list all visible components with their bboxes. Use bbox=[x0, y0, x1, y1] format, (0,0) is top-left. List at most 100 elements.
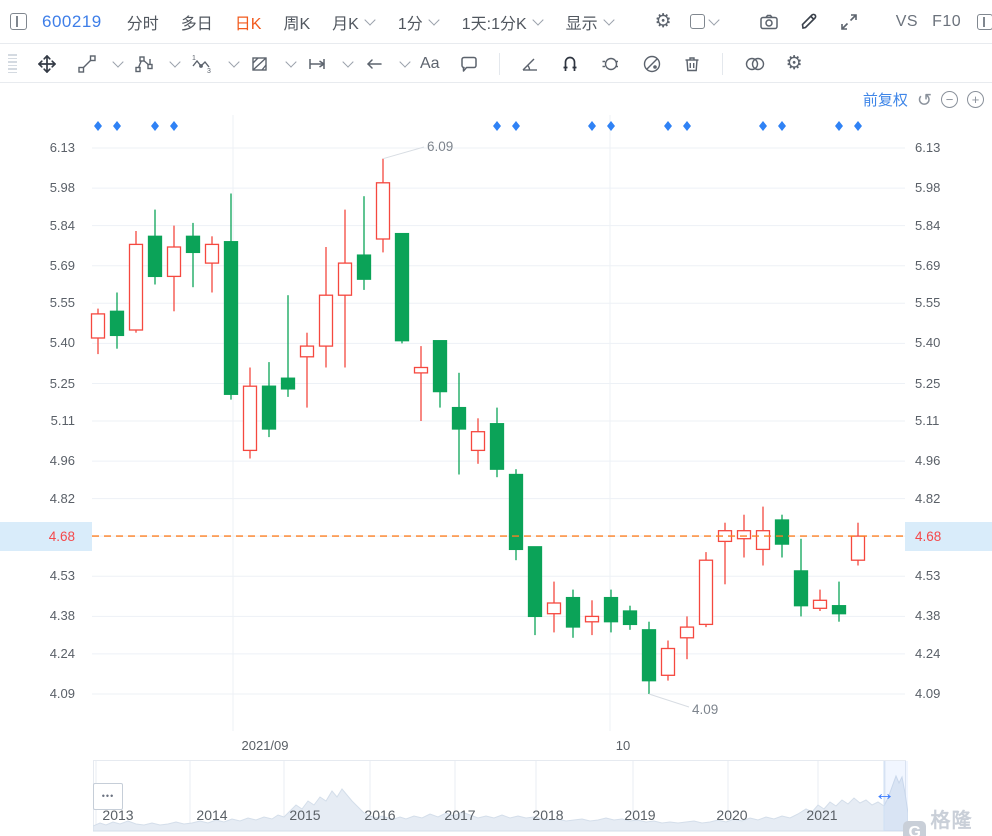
pattern-tool-icon[interactable] bbox=[249, 53, 271, 75]
display-label: 显示 bbox=[565, 15, 598, 33]
navigator-year-label: 2019 bbox=[624, 807, 656, 823]
period-tab-周K[interactable]: 周K bbox=[283, 10, 310, 34]
divider bbox=[498, 52, 500, 75]
y-tick-label: 6.13 bbox=[915, 140, 941, 155]
navigator-resize-handle[interactable]: ↔ bbox=[874, 782, 895, 806]
candle bbox=[185, 222, 201, 288]
event-marker-icon[interactable] bbox=[170, 121, 178, 131]
zoom-out-icon[interactable]: − bbox=[941, 91, 958, 108]
event-marker-icon[interactable] bbox=[835, 121, 843, 131]
period-tab-多日[interactable]: 多日 bbox=[181, 10, 213, 34]
y-tick-label: 4.96 bbox=[915, 453, 941, 469]
candle bbox=[489, 407, 505, 478]
event-marker-icon[interactable] bbox=[664, 121, 672, 131]
magnet-tool-icon[interactable] bbox=[559, 53, 581, 75]
period-tab-1分[interactable]: 1分 bbox=[398, 10, 440, 34]
candle bbox=[698, 552, 714, 628]
candlestick-chart[interactable]: 6.09 4.09 bbox=[0, 83, 992, 760]
y-tick-label: 4.09 bbox=[49, 686, 75, 701]
symbol-code[interactable]: 600219 bbox=[42, 12, 102, 32]
drag-handle-icon[interactable] bbox=[8, 54, 17, 73]
candle bbox=[242, 367, 258, 459]
chevron-down-icon[interactable] bbox=[285, 55, 297, 68]
interval-select[interactable]: 1天:1分K bbox=[462, 10, 544, 34]
hide-drawings-icon[interactable] bbox=[641, 53, 663, 75]
delete-drawings-icon[interactable] bbox=[681, 53, 703, 75]
layout-select[interactable] bbox=[689, 13, 720, 29]
current-price-label: 4.68 bbox=[905, 521, 992, 551]
navigator-year-label: 2020 bbox=[716, 807, 748, 823]
settings-gear-icon[interactable]: ⚙ bbox=[655, 12, 672, 31]
trendline-tool-icon[interactable] bbox=[76, 53, 98, 75]
stay-in-drawing-mode-icon[interactable] bbox=[599, 53, 623, 75]
chevron-down-icon[interactable] bbox=[342, 55, 354, 68]
candle bbox=[470, 418, 486, 464]
chevron-down-icon bbox=[708, 13, 720, 26]
event-marker-icon[interactable] bbox=[683, 121, 691, 131]
event-marker-icon[interactable] bbox=[113, 121, 121, 131]
event-marker-icon[interactable] bbox=[493, 121, 501, 131]
gelonghui-watermark: G 格隆汇 bbox=[903, 804, 992, 836]
display-select[interactable]: 显示 bbox=[566, 10, 615, 34]
camera-icon[interactable] bbox=[758, 11, 780, 33]
y-tick-label: 4.24 bbox=[915, 645, 941, 661]
event-marker-icon[interactable] bbox=[588, 121, 596, 131]
candle bbox=[717, 522, 733, 585]
svg-text:3: 3 bbox=[207, 68, 211, 75]
text-tool[interactable]: Aa bbox=[420, 55, 440, 73]
y-tick-label: 5.40 bbox=[49, 335, 75, 351]
chevron-down-icon[interactable] bbox=[399, 55, 411, 68]
chevron-down-icon[interactable] bbox=[169, 55, 181, 68]
event-marker-icon[interactable] bbox=[94, 121, 102, 131]
top-toolbar: 600219 分时 多日 日K 周K 月K 1分 1天:1分K 显示 ⚙ VS F10 bbox=[0, 0, 992, 44]
y-tick-label: 5.98 bbox=[49, 180, 75, 196]
forward-adjust-button[interactable]: 前复权 bbox=[863, 89, 908, 110]
gelonghui-brand-text: 格隆汇 bbox=[930, 810, 973, 832]
chevron-down-icon[interactable] bbox=[228, 55, 240, 68]
y-tick-label: 5.25 bbox=[49, 375, 75, 391]
angle-tool-icon[interactable] bbox=[519, 53, 541, 75]
vs-button[interactable]: VS bbox=[896, 13, 918, 31]
y-tick-label: 5.69 bbox=[915, 257, 941, 273]
candle bbox=[147, 209, 163, 285]
event-marker-icon[interactable] bbox=[151, 121, 159, 131]
candle bbox=[584, 600, 600, 636]
candle bbox=[299, 332, 315, 408]
chevron-down-icon[interactable] bbox=[112, 55, 124, 68]
candle bbox=[166, 225, 182, 312]
event-marker-icon[interactable] bbox=[759, 121, 767, 131]
measure-tool-icon[interactable] bbox=[306, 53, 328, 75]
candle bbox=[527, 546, 543, 636]
panel-toggle-icon[interactable] bbox=[977, 13, 992, 30]
path-tool-icon[interactable] bbox=[133, 53, 155, 75]
period-tab-分时[interactable]: 分时 bbox=[127, 10, 159, 34]
candle bbox=[204, 236, 220, 293]
object-tree-icon[interactable] bbox=[742, 53, 768, 75]
f10-button[interactable]: F10 bbox=[932, 13, 961, 31]
event-marker-icon[interactable] bbox=[607, 121, 615, 131]
event-marker-icon[interactable] bbox=[778, 121, 786, 131]
drawing-settings-gear-icon[interactable]: ⚙ bbox=[786, 54, 803, 73]
y-tick-label: 5.25 bbox=[915, 375, 941, 391]
elliott-wave-tool-icon[interactable]: 13 bbox=[190, 53, 214, 75]
undo-icon[interactable]: ↺ bbox=[917, 91, 932, 109]
stock-chart-window: 600219 分时 多日 日K 周K 月K 1分 1天:1分K 显示 ⚙ VS F10 bbox=[0, 0, 992, 836]
navigator-year-label: 2015 bbox=[289, 807, 321, 823]
period-tab-日K[interactable]: 日K bbox=[235, 10, 262, 34]
period-tab-月K[interactable]: 月K bbox=[332, 10, 376, 34]
y-tick-label: 4.82 bbox=[49, 490, 75, 506]
svg-text:1: 1 bbox=[192, 55, 196, 62]
pencil-icon[interactable] bbox=[798, 11, 820, 33]
event-marker-icon[interactable] bbox=[854, 121, 862, 131]
y-tick-label: 4.82 bbox=[915, 490, 941, 506]
navigator-more-button[interactable]: ••• bbox=[93, 783, 123, 810]
event-marker-icon[interactable] bbox=[512, 121, 520, 131]
candle bbox=[508, 469, 524, 561]
comment-tool-icon[interactable] bbox=[458, 53, 480, 75]
y-tick-label: 4.24 bbox=[49, 645, 75, 661]
arrow-tool-icon[interactable] bbox=[363, 53, 385, 75]
fullscreen-icon[interactable] bbox=[838, 11, 860, 33]
chart-layout-icon[interactable] bbox=[10, 13, 27, 30]
move-tool-icon[interactable] bbox=[36, 53, 58, 75]
zoom-in-icon[interactable]: + bbox=[967, 91, 984, 108]
